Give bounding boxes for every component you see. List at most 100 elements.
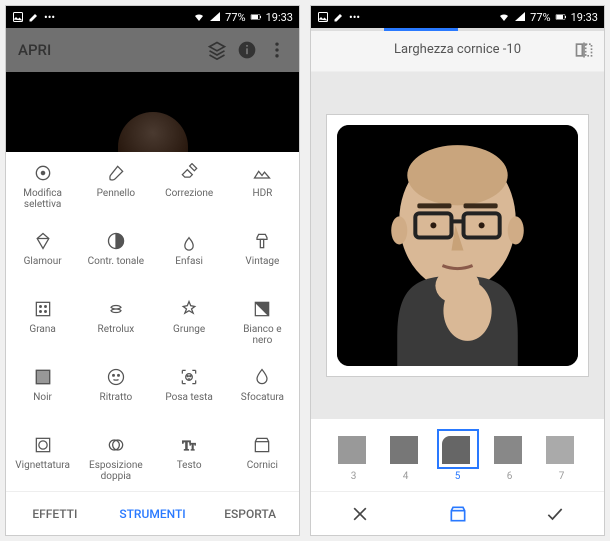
tool-label: Glamour <box>24 256 62 278</box>
tool-label: Esposizione doppia <box>89 460 143 482</box>
layers-icon[interactable] <box>207 40 227 60</box>
frame-thumb-3[interactable]: 3 <box>332 429 376 482</box>
frame-thumb-6[interactable]: 6 <box>488 429 532 482</box>
tool-vintage[interactable]: Vintage <box>226 220 299 288</box>
svg-text:T: T <box>190 442 196 452</box>
battery-icon <box>555 11 567 23</box>
tool-enfasi[interactable]: Enfasi <box>153 220 226 288</box>
pencil-icon <box>333 11 345 23</box>
framed-photo <box>326 114 589 377</box>
tool-label: Posa testa <box>165 392 212 414</box>
canvas[interactable] <box>311 72 604 419</box>
apply-button[interactable] <box>506 492 604 535</box>
tool-label: Ritratto <box>100 392 133 414</box>
tool-esposizione-doppia[interactable]: Esposizione doppia <box>79 424 152 491</box>
hdr-icon <box>251 162 273 184</box>
thumb-label: 3 <box>351 471 357 482</box>
frame-thumb-7[interactable]: 7 <box>540 429 584 482</box>
noir-icon <box>32 366 54 388</box>
tool-label: Bianco e nero <box>243 324 281 346</box>
tool-label: Testo <box>177 460 202 482</box>
tool-label: Cornici <box>247 460 278 482</box>
tool-label: Modifica selettiva <box>23 188 62 210</box>
contr-tonale-icon <box>105 230 127 252</box>
tool-pennello[interactable]: Pennello <box>79 152 152 220</box>
tool-label: Enfasi <box>175 256 203 278</box>
tab-strumenti[interactable]: STRUMENTI <box>104 492 202 535</box>
phone-right-frames: ••• 77% 19:33 Larghezza cornice -10 <box>310 5 605 536</box>
status-bar: ••• 77% 19:33 <box>311 6 604 28</box>
tool-vignettatura[interactable]: Vignettatura <box>6 424 79 491</box>
tool-label: Grana <box>29 324 55 346</box>
tool-posa-testa[interactable]: Posa testa <box>153 356 226 424</box>
wifi-icon <box>193 11 205 23</box>
tools-panel: Modifica selettivaPennelloCorrezioneHDRG… <box>6 152 299 491</box>
tool-label: Retrolux <box>98 324 135 346</box>
tool-label: Pennello <box>97 188 135 210</box>
modifica-selettiva-icon <box>32 162 54 184</box>
frame-slider-header[interactable]: Larghezza cornice -10 <box>311 28 604 72</box>
frame-thumb-4[interactable]: 4 <box>384 429 428 482</box>
slider-value-label: Larghezza cornice -10 <box>394 42 521 57</box>
image-icon <box>317 11 329 23</box>
status-dots: ••• <box>349 11 360 24</box>
tool-glamour[interactable]: Glamour <box>6 220 79 288</box>
frames-button[interactable] <box>409 492 507 535</box>
clock: 19:33 <box>571 11 598 24</box>
open-button[interactable]: APRI <box>18 41 197 59</box>
bottom-tabs: EFFETTI STRUMENTI ESPORTA <box>6 491 299 535</box>
thumb-label: 6 <box>507 471 513 482</box>
tool-label: Sfocatura <box>241 392 284 414</box>
posa-testa-icon <box>178 366 200 388</box>
bottom-actions <box>311 491 604 535</box>
pencil-icon <box>28 11 40 23</box>
tool-cornici[interactable]: Cornici <box>226 424 299 491</box>
tool-ritratto[interactable]: Ritratto <box>79 356 152 424</box>
grunge-icon <box>178 298 200 320</box>
frame-thumb-5[interactable]: 5 <box>436 429 480 482</box>
tool-testo[interactable]: TT Testo <box>153 424 226 491</box>
compare-icon[interactable] <box>574 40 594 60</box>
tool-label: Contr. tonale <box>88 256 144 278</box>
info-icon[interactable] <box>237 40 257 60</box>
status-bar: ••• 77% 19:33 <box>6 6 299 28</box>
cornici-icon <box>251 434 273 456</box>
tool-label: Noir <box>33 392 52 414</box>
bianco-nero-icon <box>251 298 273 320</box>
phone-left-tools: ••• 77% 19:33 APRI Modifica selettiva Pen… <box>5 5 300 536</box>
more-icon[interactable] <box>267 40 287 60</box>
tool-noir[interactable]: Noir <box>6 356 79 424</box>
tab-esporta[interactable]: ESPORTA <box>201 492 299 535</box>
battery-percent: 77% <box>530 11 550 24</box>
sfocatura-icon <box>251 366 273 388</box>
photo-preview[interactable] <box>6 72 299 152</box>
tool-sfocatura[interactable]: Sfocatura <box>226 356 299 424</box>
ritratto-icon <box>105 366 127 388</box>
tool-modifica-selettiva[interactable]: Modifica selettiva <box>6 152 79 220</box>
tool-grunge[interactable]: Grunge <box>153 288 226 356</box>
battery-percent: 77% <box>225 11 245 24</box>
tool-hdr[interactable]: HDR <box>226 152 299 220</box>
tool-contr-tonale[interactable]: Contr. tonale <box>79 220 152 288</box>
tab-effetti[interactable]: EFFETTI <box>6 492 104 535</box>
tool-correzione[interactable]: Correzione <box>153 152 226 220</box>
tool-retrolux[interactable]: Retrolux <box>79 288 152 356</box>
wifi-icon <box>498 11 510 23</box>
tool-bianco-nero[interactable]: Bianco e nero <box>226 288 299 356</box>
tool-label: Correzione <box>165 188 213 210</box>
thumb-label: 5 <box>455 471 461 482</box>
portrait-image <box>337 125 578 366</box>
tool-label: Vignettatura <box>15 460 70 482</box>
cancel-button[interactable] <box>311 492 409 535</box>
app-header: APRI <box>6 28 299 72</box>
thumb-label: 4 <box>403 471 409 482</box>
tool-grana[interactable]: Grana <box>6 288 79 356</box>
pennello-icon <box>105 162 127 184</box>
clock: 19:33 <box>266 11 293 24</box>
signal-icon <box>209 11 221 23</box>
enfasi-icon <box>178 230 200 252</box>
testo-icon: TT <box>178 434 200 456</box>
retrolux-icon <box>105 298 127 320</box>
thumb-label: 7 <box>559 471 565 482</box>
battery-icon <box>250 11 262 23</box>
